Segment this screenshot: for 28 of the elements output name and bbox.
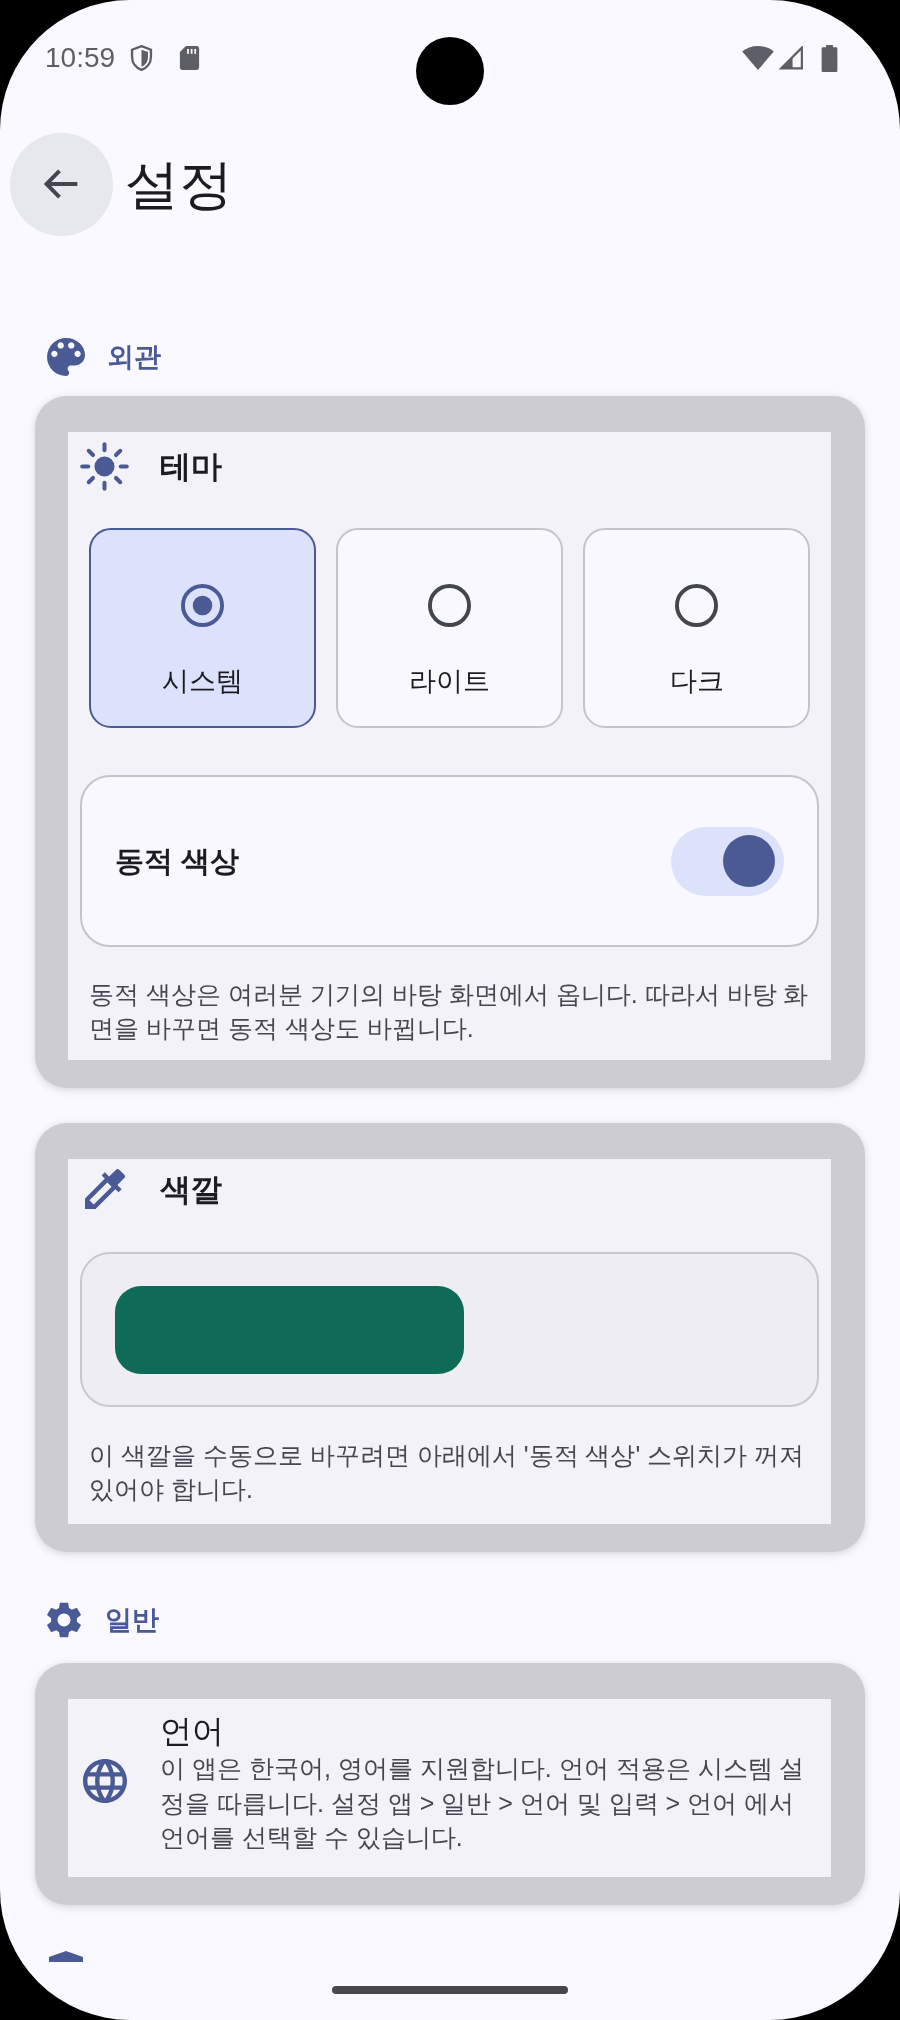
card-description: 이 앱은 한국어, 영어를 지원합니다. 언어 적용은 시스템 설정을 따릅니다. 설정 앱 > 일반 > 언어 및 입력 > 언어 에서 언어를 선택할 수 있습니다. xyxy=(160,1753,806,1853)
theme-option[interactable]: 시스템 xyxy=(89,528,316,728)
color-picker-field[interactable] xyxy=(80,1252,819,1407)
back-arrow-icon xyxy=(44,168,79,200)
settings-icon xyxy=(47,1602,81,1638)
home-indicator[interactable] xyxy=(332,1985,568,1994)
theme-option[interactable]: 다크 xyxy=(583,528,810,728)
shield-icon xyxy=(129,45,155,71)
globe-icon xyxy=(83,1759,127,1803)
eyedropper-icon xyxy=(85,1169,125,1209)
section-header: 일반 xyxy=(105,1606,159,1634)
clock-time: 10:59 xyxy=(45,44,116,72)
card-title: 언어 xyxy=(160,1712,225,1751)
sd-card-icon xyxy=(179,46,201,70)
theme-option[interactable]: 라이트 xyxy=(336,528,563,728)
roof-icon xyxy=(49,1950,83,1962)
setting-label: 동적 색상 xyxy=(115,846,240,876)
page-title: 설정 xyxy=(125,157,233,211)
section-header: 외관 xyxy=(107,343,161,371)
signal-icon xyxy=(778,46,805,70)
card-description: 이 색깔을 수동으로 바꾸려면 아래에서 '동적 색상' 스위치가 꺼져 있어야 합니다. xyxy=(88,1440,806,1505)
card-title: 색깔 xyxy=(160,1173,222,1205)
sun-icon xyxy=(80,441,129,491)
card-title: 테마 xyxy=(160,450,222,482)
card-description: 동적 색상은 여러분 기기의 바탕 화면에서 옵니다. 따라서 바탕 화면을 바꾸면 동적 색상도 바뀝니다. xyxy=(88,979,810,1044)
wifi-icon xyxy=(741,46,775,70)
battery-icon xyxy=(821,44,838,72)
palette-icon xyxy=(47,338,85,376)
